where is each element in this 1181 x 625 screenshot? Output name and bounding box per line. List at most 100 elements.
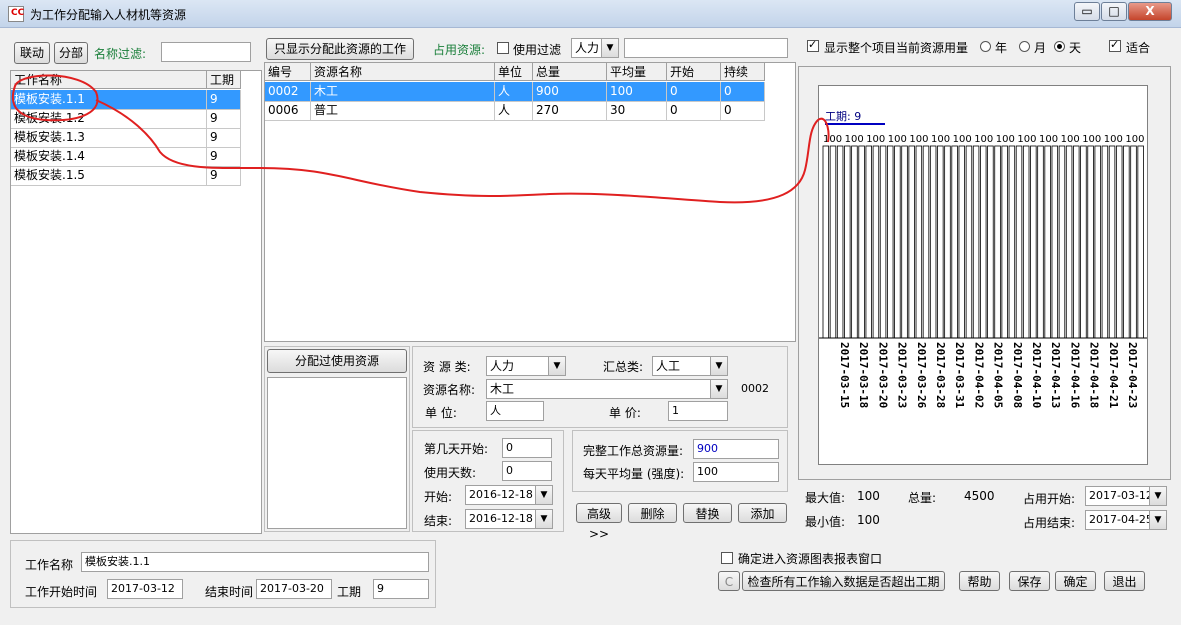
end-date-label: 结束: [424,514,453,528]
start-date-picker[interactable]: 2016-12-18 ▼ [465,485,553,505]
res-name-select[interactable]: 木工 ▼ [486,379,728,399]
work-duration-cell: 9 [207,90,241,109]
col-average[interactable]: 平均量 [607,63,667,81]
exit-button[interactable]: 退出 [1104,571,1145,591]
resource-type-filter[interactable]: 人力 ▼ [571,38,619,58]
resource-row[interactable]: 0002 木工人 900 100 0 0 [265,82,765,102]
col-duration[interactable]: 工期 [207,71,241,89]
fit-checkbox[interactable] [1109,38,1121,52]
radio-month[interactable] [1019,41,1030,52]
work-name-input[interactable]: 模板安装.1.1 [81,552,429,572]
bar [1115,145,1123,339]
resource-cell-name: 普工 [311,101,495,120]
col-total[interactable]: 总量 [533,63,607,81]
bar [937,145,944,339]
chevron-down-icon: ▼ [535,486,552,504]
window-title: 为工作分配输入人材机等资源 [30,8,187,22]
bar [829,145,837,339]
value-label: 100 [1125,134,1144,145]
start-time-input[interactable]: 2017-03-12 [107,579,183,599]
enter-chart-checkbox[interactable] [721,552,733,564]
work-row[interactable]: 模板安装.1.3 9 [11,128,241,148]
work-row[interactable]: 模板安装.1.5 9 [11,166,241,186]
bar [980,145,987,339]
bar [822,145,830,339]
res-name-label: 资源名称: [423,383,476,397]
c-button[interactable]: C [718,571,740,591]
resource-type-filter-value: 人力 [575,41,600,55]
chevron-down-icon: ▼ [548,357,565,375]
start-day-input[interactable]: 0 [502,438,552,458]
resource-row[interactable]: 0006 普工人 270 30 0 0 [265,101,765,121]
name-filter-input[interactable] [161,42,251,62]
daily-avg-label: 每天平均量 (强度): [583,467,685,481]
radio-day[interactable] [1054,41,1065,52]
res-type-value: 人力 [490,359,515,373]
occupy-start-picker[interactable]: 2017-03-12 ▼ [1085,486,1167,506]
use-filter-checkbox[interactable] [497,42,509,54]
resource-cell-unit: 人 [495,101,533,120]
save-button[interactable]: 保存 [1009,571,1050,591]
split-button[interactable]: 分部 [54,42,88,64]
daily-avg-input[interactable]: 100 [693,462,779,482]
value-label: 100 [953,134,972,145]
use-days-input[interactable]: 0 [502,461,552,481]
total-res-input[interactable]: 900 [693,439,779,459]
start-day-label: 第几天开始: [424,442,489,456]
res-code: 0002 [741,382,769,395]
maximize-button[interactable]: □ [1101,2,1127,21]
value-label: 100 [1039,134,1058,145]
col-duration[interactable]: 持续 [721,63,765,81]
only-assigned-button[interactable]: 只显示分配此资源的工作 [266,38,414,60]
radio-year[interactable] [980,41,991,52]
col-work-name[interactable]: 工作名称 [11,71,207,89]
col-unit[interactable]: 单位 [495,63,533,81]
advanced-button[interactable]: 高级>> [576,503,622,541]
work-list-header: 工作名称 工期 [11,71,241,89]
tick-label: 2017-03-31 [953,342,966,409]
summary-type-select[interactable]: 人工 ▼ [652,356,728,376]
col-id[interactable]: 编号 [265,63,311,81]
assigned-resources-list[interactable] [267,377,407,529]
work-rows: 模板安装.1.1 9 模板安装.1.2 9 模板安装.1.3 9 模板安装.1.4 9 模板安装… [11,90,241,210]
total-label: 总量: [908,491,937,505]
resource-cell-id: 0002 [265,82,311,101]
work-name-cell: 模板安装.1.1 [11,90,207,109]
end-date-picker[interactable]: 2016-12-18 ▼ [465,509,553,529]
res-type-select[interactable]: 人力 ▼ [486,356,566,376]
delete-button[interactable]: 删除 [628,503,677,523]
price-input[interactable]: 1 [668,401,728,421]
bar [944,145,951,339]
work-row[interactable]: 模板安装.1.1 9 [11,90,241,110]
ok-button[interactable]: 确定 [1055,571,1096,591]
check-duration-button[interactable]: 检查所有工作输入数据是否超出工期 [742,571,945,591]
start-date-label: 开始: [424,490,453,504]
minimize-button[interactable]: ▭ [1074,2,1100,21]
help-button[interactable]: 帮助 [959,571,1000,591]
close-button[interactable]: X [1128,2,1172,21]
chevron-down-icon: ▼ [1149,487,1166,505]
resource-filter-input[interactable] [624,38,788,58]
chart-frame: 工期: 9 100 100 100 100 100 100 100 100 100 100 100 10… [798,66,1171,480]
assigned-resources-header[interactable]: 分配过使用资源 [267,349,407,373]
occupy-end-picker[interactable]: 2017-04-25 ▼ [1085,510,1167,530]
work-row[interactable]: 模板安装.1.4 9 [11,147,241,167]
unit-input[interactable]: 人 [486,401,544,421]
col-resource-name[interactable]: 资源名称 [311,63,495,81]
work-name-label: 工作名称 [25,558,74,572]
work-row[interactable]: 模板安装.1.2 9 [11,109,241,129]
replace-button[interactable]: 替换 [683,503,732,523]
duration-input[interactable]: 9 [373,579,429,599]
show-all-checkbox[interactable] [807,38,819,52]
link-button[interactable]: 联动 [14,42,50,64]
value-label: 100 [1017,134,1036,145]
work-name-cell: 模板安装.1.4 [11,147,207,166]
bar [1008,145,1016,339]
add-button[interactable]: 添加 [738,503,787,523]
col-start[interactable]: 开始 [667,63,721,81]
chevron-down-icon: ▼ [710,380,727,398]
total-res-label: 完整工作总资源量: [583,444,684,458]
end-time-input[interactable]: 2017-03-20 [256,579,332,599]
resource-cell-avg: 30 [607,101,667,120]
bar [1022,145,1030,339]
